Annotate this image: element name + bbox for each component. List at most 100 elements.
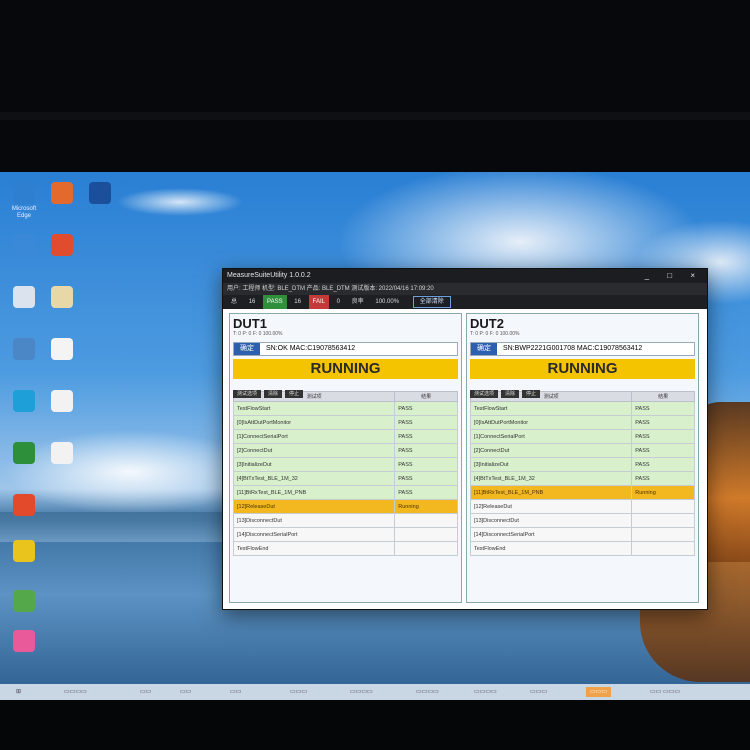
desktop-shortcut-icon[interactable] <box>4 442 44 466</box>
test-step-name: [2]ConnectDut <box>469 443 633 458</box>
desktop-shortcut-icon[interactable] <box>4 338 44 362</box>
desktop-shortcut-icon[interactable] <box>4 390 44 414</box>
dut-tool-button[interactable]: 清除 <box>264 390 283 398</box>
sn-mac-text: SN:OK MAC:C19078563412 <box>266 345 356 352</box>
test-step-name: TestFlowStart <box>232 401 396 416</box>
desktop-shortcut-icon[interactable] <box>4 540 44 564</box>
shortcut-glyph-icon <box>13 390 35 412</box>
taskbar-item[interactable]: ▭▭ <box>140 687 151 697</box>
test-step-name: [4]BtTxTest_BLE_1M_32 <box>469 471 633 486</box>
sn-confirm-button[interactable]: 确定 <box>234 343 260 355</box>
table-row[interactable]: [0]IsAttDutPortMonitor PASS <box>469 415 695 430</box>
window-titlebar[interactable]: MeasureSuiteUtility 1.0.0.2 _ □ × <box>223 269 707 283</box>
table-row[interactable]: [13]DisconnectDut <box>232 513 458 528</box>
table-row[interactable]: [12]ReleaseDut Running <box>232 499 458 514</box>
desktop-shortcut-icon[interactable] <box>42 182 82 206</box>
dut-tool-button[interactable]: 停止 <box>285 390 304 398</box>
test-step-name: [3]InitializeDut <box>232 457 396 472</box>
taskbar-item[interactable]: ▭▭ <box>230 687 241 697</box>
test-step-result: PASS <box>631 429 695 444</box>
test-step-name: [11]BtRxTest_BLE_1M_PNB <box>232 485 396 500</box>
desktop-shortcut-icon[interactable] <box>4 234 44 258</box>
window-controls[interactable]: _ □ × <box>645 269 703 283</box>
desktop-shortcut-icon[interactable] <box>42 286 82 310</box>
desktop-shortcut-icon[interactable] <box>4 286 44 310</box>
test-step-name: TestFlowEnd <box>232 541 396 556</box>
shortcut-glyph-icon <box>51 442 73 464</box>
taskbar-item-active[interactable]: ▭▭▭ <box>586 687 612 697</box>
table-row[interactable]: [14]DisconnectSerialPort <box>232 527 458 542</box>
dut-toolbar: 测试选项 清除 停止 <box>233 382 458 398</box>
desktop-shortcut-icon[interactable] <box>42 442 82 466</box>
test-step-result <box>631 541 695 556</box>
taskbar-item[interactable]: ▭▭▭▭ <box>64 687 87 697</box>
table-row[interactable]: TestFlowEnd <box>232 541 458 556</box>
table-row[interactable]: [4]BtTxTest_BLE_1M_32 PASS <box>232 471 458 486</box>
taskbar-item[interactable]: ▭▭▭▭ <box>474 687 497 697</box>
test-step-result <box>631 527 695 542</box>
table-row[interactable]: [3]InitializeDut PASS <box>232 457 458 472</box>
desktop-shortcut-icon[interactable] <box>42 234 82 258</box>
table-row[interactable]: [4]BtTxTest_BLE_1M_32 PASS <box>469 471 695 486</box>
sn-mac-field[interactable]: 确定 SN:OK MAC:C19078563412 <box>233 342 458 356</box>
test-step-name: [14]DisconnectSerialPort <box>232 527 396 542</box>
desktop-shortcut-icon[interactable] <box>80 182 120 206</box>
dut-tool-button[interactable]: 测试选项 <box>233 390 262 398</box>
table-row[interactable]: [14]DisconnectSerialPort <box>469 527 695 542</box>
test-step-name: [12]ReleaseDut <box>232 499 396 514</box>
table-row[interactable]: [11]BtRxTest_BLE_1M_PNB PASS <box>232 485 458 500</box>
table-row[interactable]: [1]ConnectSerialPort PASS <box>469 429 695 444</box>
shortcut-glyph-icon <box>13 182 35 204</box>
table-row[interactable]: [2]ConnectDut PASS <box>232 443 458 458</box>
table-row[interactable]: [3]InitializeDut PASS <box>469 457 695 472</box>
window-info-bar: 用户: 工程师 机型: BLE_DTM 产品: BLE_DTM 测试版本: 20… <box>223 283 707 295</box>
table-row[interactable]: [13]DisconnectDut <box>469 513 695 528</box>
desktop-shortcut-icon[interactable] <box>4 494 44 518</box>
fail-label: FAIL <box>308 295 329 309</box>
test-step-name: [12]ReleaseDut <box>469 499 633 514</box>
desktop-shortcut-icon[interactable] <box>4 630 44 654</box>
shortcut-label: Microsoft Edge <box>11 206 37 219</box>
col-header-result: 结果 <box>394 391 458 402</box>
start-button[interactable]: ⊞ <box>16 687 21 697</box>
table-row[interactable]: TestFlowEnd <box>469 541 695 556</box>
test-step-result <box>394 541 458 556</box>
taskbar-item[interactable]: ▭▭▭▭ <box>350 687 373 697</box>
table-row[interactable]: [11]BtRxTest_BLE_1M_PNB Running <box>469 485 695 500</box>
desktop-shortcut-icon[interactable] <box>42 338 82 362</box>
table-row[interactable]: [0]IsAttDutPortMonitor PASS <box>232 415 458 430</box>
dut-status-banner: RUNNING <box>470 359 695 379</box>
taskbar-item[interactable]: ▭▭▭ <box>530 687 547 697</box>
taskbar-item[interactable]: ▭▭▭▭ <box>416 687 439 697</box>
table-row[interactable]: [1]ConnectSerialPort PASS <box>232 429 458 444</box>
table-row[interactable]: [12]ReleaseDut <box>469 499 695 514</box>
clear-all-button[interactable]: 全部清除 <box>412 296 451 308</box>
table-row[interactable]: TestFlowStart PASS <box>232 401 458 416</box>
test-step-name: [4]BtTxTest_BLE_1M_32 <box>232 471 396 486</box>
shortcut-glyph-icon <box>51 338 73 360</box>
dut-toolbar: 测试选项 清除 停止 <box>470 382 695 398</box>
test-step-result: PASS <box>631 415 695 430</box>
table-row[interactable]: [2]ConnectDut PASS <box>469 443 695 458</box>
test-step-name: [1]ConnectSerialPort <box>469 429 633 444</box>
dut-tool-button[interactable]: 清除 <box>501 390 520 398</box>
desktop-shortcut-icon[interactable]: Microsoft Edge <box>4 182 44 220</box>
sn-mac-field[interactable]: 确定 SN:BWP2221G001708 MAC:C19078563412 <box>470 342 695 356</box>
table-row[interactable]: TestFlowStart PASS <box>469 401 695 416</box>
dut-tool-button[interactable]: 测试选项 <box>470 390 499 398</box>
total-count: 16 <box>248 299 256 305</box>
desktop-shortcut-icon[interactable] <box>42 390 82 414</box>
taskbar-item[interactable]: ▭▭▭ <box>290 687 307 697</box>
desktop-shortcut-icon[interactable] <box>4 590 44 614</box>
dut-tool-button[interactable]: 停止 <box>522 390 541 398</box>
dut-title: DUT1 <box>233 316 267 331</box>
total-label: 总 <box>231 299 238 305</box>
test-step-result: PASS <box>394 443 458 458</box>
sn-confirm-button[interactable]: 确定 <box>471 343 497 355</box>
desktop-screen: Microsoft Edge MeasureSuiteUtility 1.0.0… <box>0 172 750 700</box>
test-step-result: PASS <box>394 457 458 472</box>
test-step-result <box>631 513 695 528</box>
taskbar-tray[interactable]: ▭▭ ▭▭▭ <box>650 687 680 697</box>
fail-count: 0 <box>336 299 340 305</box>
taskbar-item[interactable]: ▭▭ <box>180 687 191 697</box>
